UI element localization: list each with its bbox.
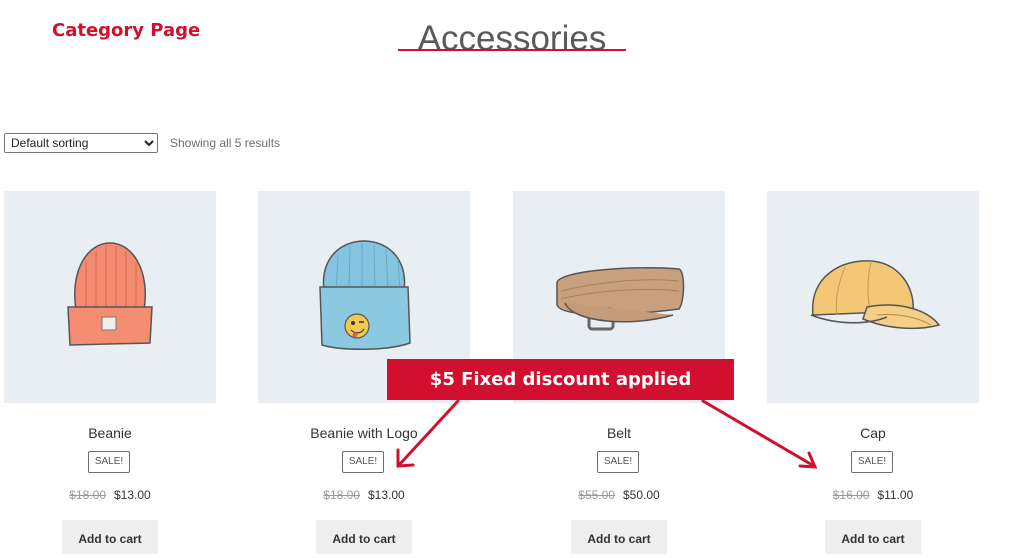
result-count: Showing all 5 results — [170, 136, 281, 150]
sale-price: $13.00 — [114, 488, 151, 502]
sale-price: $13.00 — [368, 488, 405, 502]
product-name[interactable]: Beanie — [4, 425, 216, 441]
regular-price: $55.00 — [578, 488, 615, 502]
sale-badge: SALE! — [597, 451, 639, 473]
product-name[interactable]: Cap — [767, 425, 979, 441]
sale-price: $50.00 — [623, 488, 660, 502]
product-price: $16.00 $11.00 — [767, 488, 979, 502]
product-name[interactable]: Beanie with Logo — [258, 425, 470, 441]
product-price: $18.00 $13.00 — [4, 488, 216, 502]
cap-icon — [810, 260, 941, 330]
product-image-beanie[interactable] — [4, 191, 216, 403]
sale-badge: SALE! — [851, 451, 893, 473]
product-price: $18.00 $13.00 — [258, 488, 470, 502]
discount-banner: $5 Fixed discount applied — [387, 359, 734, 400]
category-page-label: Category Page — [52, 20, 201, 41]
regular-price: $16.00 — [832, 488, 870, 502]
product-name[interactable]: Belt — [513, 425, 725, 441]
regular-price: $18.00 — [323, 488, 360, 502]
product-price: $55.00 $50.00 — [513, 488, 725, 502]
sale-price: $11.00 — [877, 488, 914, 502]
title-underline — [398, 49, 626, 51]
sale-badge: SALE! — [342, 451, 384, 473]
product-card-beanie: Beanie SALE! $18.00 $13.00 Add to cart — [4, 191, 216, 554]
sort-select[interactable]: Default sorting — [4, 133, 158, 153]
beanie-icon — [67, 242, 153, 346]
page-title: Accessories — [417, 19, 607, 59]
product-image-cap[interactable] — [767, 191, 979, 403]
sale-badge: SALE! — [88, 451, 130, 473]
product-card-cap: Cap SALE! $16.00 $11.00 Add to cart — [767, 191, 979, 554]
regular-price: $18.00 — [69, 488, 106, 502]
